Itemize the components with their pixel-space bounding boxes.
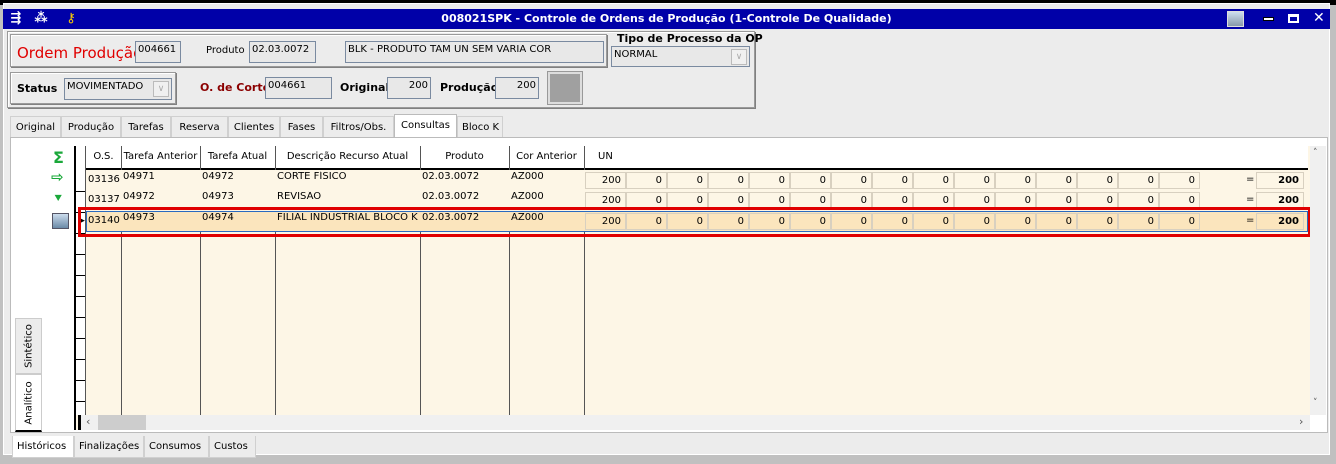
status-label: Status [17,82,58,95]
chevron-down-icon[interactable]: ∨ [731,49,747,65]
row-os: 03137 [88,194,120,205]
scroll-right-icon[interactable]: › [1299,415,1303,428]
minimize-icon[interactable] [1263,17,1274,21]
col-cor-anterior[interactable]: Cor Anterior [509,151,584,162]
original-field: 200 [387,77,431,99]
tab-finalizacoes[interactable]: Finalizações [74,436,144,458]
tab-historicos[interactable]: Históricos [12,436,74,458]
export-green-icon[interactable]: ⇨ [51,168,69,186]
horizontal-scrollbar[interactable]: ‹ › [78,415,1310,430]
tab-producao[interactable]: Produção [61,116,121,138]
row-tarefa-atual: 04973 [202,191,234,202]
qty-cell[interactable]: 200 [585,172,626,189]
download-icon[interactable]: ⯆ [53,192,63,207]
scroll-left-icon[interactable]: ‹ [86,415,90,428]
tab-reserva[interactable]: Reserva [171,116,228,138]
maximize-icon[interactable] [1288,14,1299,23]
total-cell: 200 [1256,172,1304,189]
equals-sign: = [1246,194,1255,205]
tipo-label: Tipo de Processo da OP [617,32,763,45]
row-produto: 02.03.0072 [422,171,480,182]
side-tab-label: Sintético [23,324,34,368]
produto-desc-field: BLK - PRODUTO TAM UN SEM VARIA COR [345,41,604,63]
qty-cell[interactable]: 0 [749,172,790,189]
col-os[interactable]: O.S. [86,151,121,162]
row-tarefa-anterior: 04971 [123,171,155,182]
produto-code-field[interactable]: 02.03.0072 [249,41,316,63]
sum-icon[interactable]: Σ [53,148,64,167]
tab-clientes[interactable]: Clientes [228,116,280,138]
corte-label: O. de Corte [200,81,271,94]
side-tab-sintetico[interactable]: Sintético [15,318,42,374]
tab-custos[interactable]: Custos [209,436,256,458]
ordem-field[interactable]: 004661 [135,41,181,63]
tab-consultas[interactable]: Consultas [394,114,457,138]
row-cor-anterior: AZ000 [511,191,544,202]
qty-cell[interactable]: 0 [913,172,954,189]
image-icon[interactable] [1227,11,1244,27]
ordem-label: Ordem Produção [17,44,143,62]
chevron-down-icon[interactable]: ∨ [153,81,169,97]
qty-cell[interactable]: 0 [995,172,1036,189]
row-tarefa-atual: 04972 [202,171,234,182]
producao-label: Produção [440,81,499,94]
row-produto: 02.03.0072 [422,191,480,202]
original-label: Original [340,81,390,94]
tab-bloco-k[interactable]: Bloco K [457,116,503,138]
tab-tarefas[interactable]: Tarefas [121,116,171,138]
qty-cell[interactable]: 0 [872,172,913,189]
tab-original[interactable]: Original [10,116,61,138]
qty-cell[interactable]: 0 [954,172,995,189]
qty-cell[interactable]: 0 [1118,172,1159,189]
ordem-panel: Ordem Produção 004661 Produto 02.03.0072… [10,34,607,67]
scroll-down-icon[interactable]: ˅ [1313,398,1318,408]
col-produto[interactable]: Produto [420,151,509,162]
row-tarefa-anterior: 04972 [123,191,155,202]
tipo-processo-group: Tipo de Processo da OP NORMAL ∨ [610,31,763,68]
status-value: MOVIMENTADO [67,81,144,92]
col-un[interactable]: UN [598,151,613,162]
qty-cell[interactable]: 0 [626,172,667,189]
row-os: 03136 [88,174,120,185]
row-descricao: CORTE FÍSICO [277,171,347,182]
tab-filtros[interactable]: Filtros/Obs. [323,116,394,138]
tipo-value: NORMAL [614,49,658,60]
color-swatch[interactable] [548,72,582,104]
tipo-select[interactable]: NORMAL ∨ [611,46,750,67]
producao-field: 200 [495,77,539,99]
tab-consumos[interactable]: Consumos [144,436,209,458]
qty-cell[interactable]: 0 [831,172,872,189]
qty-cell[interactable]: 0 [708,172,749,189]
col-tarefa-atual[interactable]: Tarefa Atual [200,151,275,162]
side-tab-label: Analítico [23,380,34,425]
qty-cell[interactable]: 0 [1159,172,1200,189]
qty-cell[interactable]: 0 [667,172,708,189]
scroll-up-icon[interactable]: ˄ [1313,148,1318,158]
status-select[interactable]: MOVIMENTADO ∨ [64,78,172,100]
image-icon[interactable] [52,213,69,229]
row-descricao: REVISÃO [277,191,322,202]
qty-cell[interactable]: 0 [790,172,831,189]
qty-cell[interactable]: 0 [1036,172,1077,189]
tab-fases[interactable]: Fases [280,116,323,138]
highlight-box [78,207,1311,237]
col-tarefa-anterior[interactable]: Tarefa Anterior [121,151,200,162]
corte-field[interactable]: 004661 [265,77,332,99]
scroll-thumb[interactable] [98,415,146,430]
status-panel: Status MOVIMENTADO ∨ [10,72,176,104]
qty-cell[interactable]: 0 [1077,172,1118,189]
side-tab-analitico[interactable]: Analítico [15,374,42,432]
equals-sign: = [1246,174,1255,185]
title-bar: ⇶ ⁂ ⚷ 008021SPK - Controle de Ordens de … [3,9,1330,29]
row-cor-anterior: AZ000 [511,171,544,182]
close-icon[interactable]: ✕ [1313,10,1325,26]
vertical-scrollbar[interactable]: ˄ ˅ [1310,146,1326,415]
produto-label: Produto [206,45,245,56]
window-title: 008021SPK - Controle de Ordens de Produç… [441,12,892,25]
col-descricao[interactable]: Descrição Recurso Atual [275,151,420,162]
